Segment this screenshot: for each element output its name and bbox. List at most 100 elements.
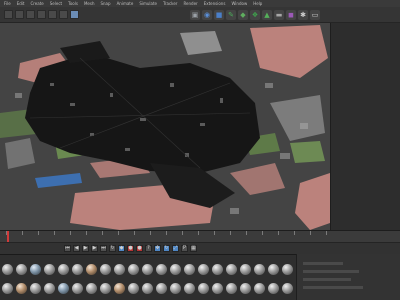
play-button[interactable]: ▶ (82, 245, 89, 252)
camera-icon[interactable]: ◼ (286, 10, 296, 20)
material-swatch[interactable] (254, 264, 265, 275)
menu-item[interactable]: Create (30, 1, 43, 6)
menu-item[interactable]: Tools (68, 1, 78, 6)
timeline[interactable] (0, 230, 400, 243)
material-swatch[interactable] (212, 283, 223, 294)
material-swatch[interactable] (2, 283, 13, 294)
rotate-icon[interactable] (59, 10, 68, 19)
go-to-start-button[interactable]: ⏮ (64, 245, 71, 252)
attributes-panel[interactable] (296, 254, 400, 300)
light-icon[interactable]: ✱ (298, 10, 308, 20)
menu-item[interactable]: File (4, 1, 11, 6)
material-swatch[interactable] (44, 264, 55, 275)
material-swatch[interactable] (142, 264, 153, 275)
rotation-key-button[interactable]: ↻ (163, 245, 170, 252)
render-icon[interactable]: ◉ (202, 10, 212, 20)
scale-key-button[interactable]: ⤢ (172, 245, 179, 252)
material-swatch[interactable] (212, 264, 223, 275)
menu-item[interactable]: Select (50, 1, 62, 6)
param-key-button[interactable]: P (181, 245, 188, 252)
timeline-tick (198, 231, 199, 235)
attribute-field[interactable] (303, 270, 359, 273)
floor-icon[interactable]: ▬ (274, 10, 284, 20)
redo-icon[interactable] (15, 10, 24, 19)
attribute-field[interactable] (303, 286, 363, 289)
menu-item[interactable]: Help (253, 1, 262, 6)
material-swatch[interactable] (282, 264, 293, 275)
material-swatch[interactable] (2, 264, 13, 275)
menu-item[interactable]: Tracker (163, 1, 177, 6)
material-swatch[interactable] (170, 283, 181, 294)
material-swatch[interactable] (128, 264, 139, 275)
undo-icon[interactable] (4, 10, 13, 19)
material-swatch[interactable] (16, 283, 27, 294)
material-swatch[interactable] (282, 283, 293, 294)
material-swatch[interactable] (268, 283, 279, 294)
material-swatch[interactable] (86, 283, 97, 294)
active-tool-icon[interactable] (70, 10, 79, 19)
material-swatch[interactable] (86, 264, 97, 275)
material-swatch[interactable] (240, 264, 251, 275)
auto-key-button[interactable]: ● (136, 245, 143, 252)
live-select-icon[interactable] (26, 10, 35, 19)
material-swatch[interactable] (254, 283, 265, 294)
material-swatch[interactable] (72, 264, 83, 275)
menu-item[interactable]: Extensions (204, 1, 226, 6)
material-swatch[interactable] (114, 283, 125, 294)
material-swatch[interactable] (58, 264, 69, 275)
material-swatch[interactable] (100, 283, 111, 294)
timeline-tick (70, 231, 71, 235)
cloner-icon[interactable]: ❖ (250, 10, 260, 20)
cube-icon[interactable]: ■ (214, 10, 224, 20)
prev-frame-button[interactable]: ◀ (73, 245, 80, 252)
go-to-end-button[interactable]: ⏭ (100, 245, 107, 252)
menu-item[interactable]: Edit (17, 1, 25, 6)
subdivision-icon[interactable]: ◆ (238, 10, 248, 20)
menu-item[interactable]: Mesh (84, 1, 95, 6)
key-options-button[interactable]: ? (145, 245, 152, 252)
record-button[interactable]: ● (127, 245, 134, 252)
position-key-button[interactable]: ✥ (154, 245, 161, 252)
menu-item[interactable]: Animate (117, 1, 134, 6)
attribute-field[interactable] (303, 262, 343, 265)
menu-item[interactable]: Window (231, 1, 247, 6)
material-swatch[interactable] (198, 283, 209, 294)
move-icon[interactable] (37, 10, 46, 19)
material-swatch[interactable] (170, 264, 181, 275)
material-manager[interactable] (0, 254, 296, 300)
3d-viewport[interactable] (0, 23, 330, 230)
material-swatch[interactable] (114, 264, 125, 275)
menu-item[interactable]: Simulate (139, 1, 157, 6)
material-swatch[interactable] (184, 264, 195, 275)
material-swatch[interactable] (268, 264, 279, 275)
deformer-icon[interactable]: ▲ (262, 10, 272, 20)
render-view-icon[interactable]: ▣ (190, 10, 200, 20)
material-swatch[interactable] (184, 283, 195, 294)
menu-item[interactable]: Snap (100, 1, 110, 6)
material-swatch[interactable] (30, 283, 41, 294)
material-swatch[interactable] (226, 264, 237, 275)
material-swatch[interactable] (240, 283, 251, 294)
keyframe-mode-button[interactable]: ◆ (118, 245, 125, 252)
material-swatch[interactable] (156, 264, 167, 275)
material-swatch[interactable] (156, 283, 167, 294)
next-frame-button[interactable]: ▶ (91, 245, 98, 252)
display-icon[interactable]: ▭ (310, 10, 320, 20)
material-swatch[interactable] (142, 283, 153, 294)
material-swatch[interactable] (198, 264, 209, 275)
pen-icon[interactable]: ✎ (226, 10, 236, 20)
material-swatch[interactable] (58, 283, 69, 294)
menu-item[interactable]: Render (183, 1, 197, 6)
material-swatch[interactable] (128, 283, 139, 294)
pla-key-button[interactable]: ▦ (190, 245, 197, 252)
attribute-field[interactable] (303, 278, 351, 281)
material-swatch[interactable] (30, 264, 41, 275)
loop-button[interactable]: ↻ (109, 245, 116, 252)
material-swatch[interactable] (100, 264, 111, 275)
scale-icon[interactable] (48, 10, 57, 19)
material-swatch[interactable] (44, 283, 55, 294)
object-manager-panel[interactable] (330, 23, 400, 230)
material-swatch[interactable] (16, 264, 27, 275)
material-swatch[interactable] (72, 283, 83, 294)
material-swatch[interactable] (226, 283, 237, 294)
